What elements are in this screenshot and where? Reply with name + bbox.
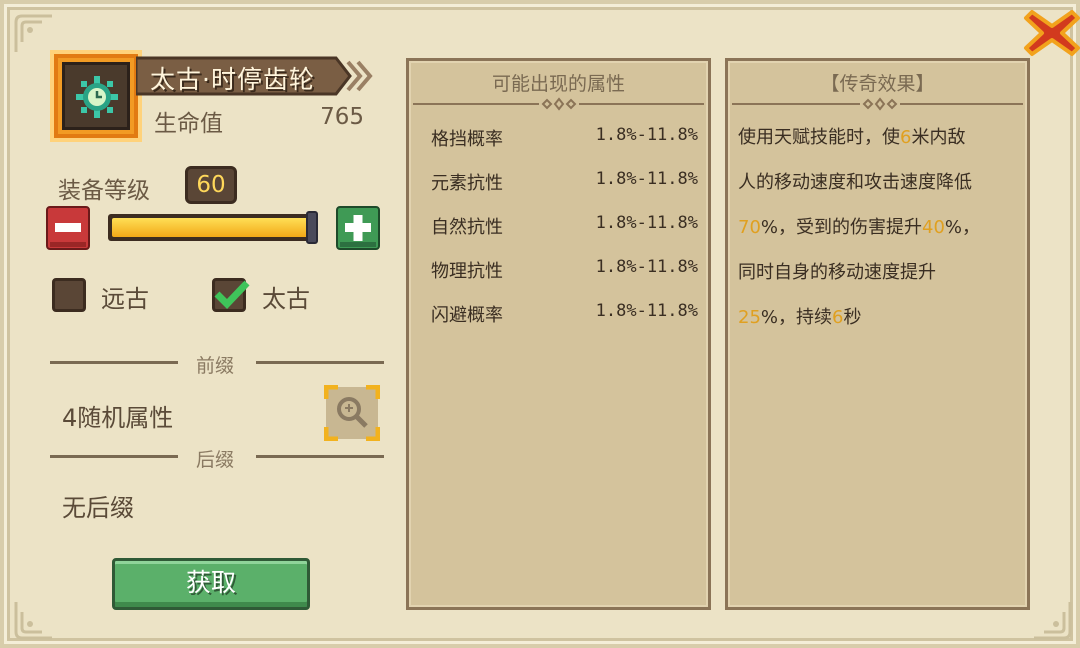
attribute-name: 物理抗性 [431, 261, 503, 282]
attribute-range: 1.8%-11.8% [595, 169, 698, 189]
attribute-row: 元素抗性 1.8%-11.8% [431, 169, 698, 199]
item-detail-window: 太古·时停齿轮 生命值 765 装备等级 60 远古 太古 前缀 4随机属性 后… [0, 0, 1080, 648]
attribute-name: 闪避概率 [431, 305, 503, 326]
effect-text: %，持续 [760, 307, 833, 328]
effect-text-line: 人的移动速度和攻击速度降低 [738, 168, 972, 194]
divider [50, 455, 178, 458]
possible-attributes-panel: 可能出现的属性 格挡概率 1.8%-11.8% 元素抗性 1.8%-11.8% 自然抗性… [406, 58, 711, 610]
close-icon [1024, 10, 1080, 56]
effect-text: 米内敌 [911, 127, 966, 148]
effect-text-line: 使用天赋技能时，使6米内敌 [738, 123, 965, 149]
attribute-range: 1.8%-11.8% [595, 125, 698, 145]
attribute-range: 1.8%-11.8% [595, 301, 698, 321]
attribute-name: 格挡概率 [431, 129, 503, 150]
panel-title: 可能出现的属性 [491, 73, 625, 95]
level-label: 装备等级 [58, 178, 150, 204]
item-icon-frame [50, 50, 142, 142]
divider [256, 361, 384, 364]
effect-value: 25 [738, 307, 761, 328]
checkbox-ancient-label: 远古 [101, 285, 149, 313]
effect-value: 6 [832, 307, 844, 328]
item-name: 太古·时停齿轮 [150, 65, 315, 94]
gear-clock-icon [76, 76, 118, 118]
stat-label: 生命值 [154, 111, 223, 137]
divider [256, 455, 384, 458]
attribute-range: 1.8%-11.8% [595, 257, 698, 277]
level-value-badge: 60 [185, 166, 237, 204]
effect-text: 秒 [843, 307, 862, 328]
checkbox-primordial-label: 太古 [262, 285, 310, 313]
ornament-icon [858, 96, 902, 112]
effect-value: 6 [900, 127, 912, 148]
attribute-row: 闪避概率 1.8%-11.8% [431, 301, 698, 331]
corner-ornament-icon [1030, 598, 1074, 642]
level-slider-knob[interactable] [306, 211, 318, 244]
checkmark-icon [214, 280, 250, 310]
corner-ornament-icon [12, 598, 56, 642]
close-button[interactable] [1022, 6, 1080, 60]
suffix-section-label: 后缀 [196, 449, 235, 471]
effect-text: %，受到的伤害提升 [760, 217, 923, 238]
effect-text: 使用天赋技能时，使 [738, 127, 900, 148]
inspect-button[interactable] [324, 385, 380, 441]
plus-icon [336, 206, 380, 250]
checkbox-ancient[interactable] [52, 278, 86, 312]
attribute-range: 1.8%-11.8% [595, 213, 698, 233]
level-slider[interactable] [108, 211, 318, 244]
attribute-name: 自然抗性 [431, 217, 503, 238]
level-slider-fill [112, 218, 314, 237]
checkbox-primordial[interactable] [212, 278, 250, 312]
effect-value: 70 [738, 217, 761, 238]
effect-value: 40 [922, 217, 945, 238]
item-name-ribbon: 太古·时停齿轮 [136, 56, 376, 96]
suffix-value: 无后缀 [62, 494, 134, 522]
prefix-value: 4随机属性 [62, 404, 174, 432]
stat-value: 765 [320, 104, 364, 130]
attribute-row: 自然抗性 1.8%-11.8% [431, 213, 698, 243]
prefix-section-label: 前缀 [196, 355, 235, 377]
legendary-effect-panel: 【传奇效果】 使用天赋技能时，使6米内敌 人的移动速度和攻击速度降低 70%，受到的… [725, 58, 1030, 610]
ornament-icon [537, 96, 581, 112]
effect-text: 同时自身的移动速度提升 [738, 262, 936, 283]
divider [50, 361, 178, 364]
get-button[interactable]: 获取 [112, 558, 310, 610]
effect-text: 人的移动速度和攻击速度降低 [738, 172, 972, 193]
attribute-row: 格挡概率 1.8%-11.8% [431, 125, 698, 155]
panel-title: 【传奇效果】 [820, 73, 935, 95]
level-increase-button[interactable] [336, 206, 380, 250]
effect-text-line: 70%，受到的伤害提升40%， [738, 213, 980, 239]
effect-text: %， [944, 217, 981, 238]
attribute-row: 物理抗性 1.8%-11.8% [431, 257, 698, 287]
level-decrease-button[interactable] [46, 206, 90, 250]
minus-icon [46, 206, 90, 250]
effect-text-line: 同时自身的移动速度提升 [738, 258, 936, 284]
attribute-name: 元素抗性 [431, 173, 503, 194]
magnifier-icon [324, 385, 380, 441]
effect-text-line: 25%，持续6秒 [738, 303, 861, 329]
